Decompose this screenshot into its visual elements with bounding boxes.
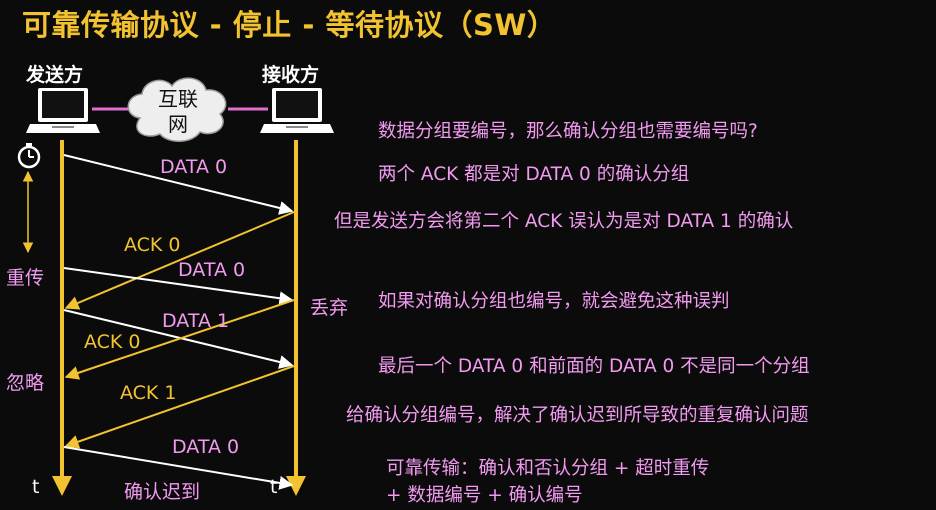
data0-resend-label: DATA 0 <box>178 259 246 281</box>
data1-label: DATA 1 <box>162 310 230 332</box>
note-line: 给确认分组编号，解决了确认迟到所导致的重复确认问题 <box>346 405 809 426</box>
data0-first-label: DATA 0 <box>160 156 228 178</box>
note-line: 数据分组要编号，那么确认分组也需要编号吗? <box>378 121 758 142</box>
retransmit-label: 重传 <box>6 267 45 289</box>
note-line: + 数据编号 + 确认编号 <box>386 485 583 506</box>
laptop-icon <box>260 88 334 133</box>
ack1-arrow <box>64 365 295 449</box>
note-line: 但是发送方会将第二个 ACK 误认为是对 DATA 1 的确认 <box>334 211 794 232</box>
note-line: 如果对确认分组也编号，就会避免这种误判 <box>378 291 730 312</box>
note-line: 可靠传输：确认和否认分组 + 超时重传 <box>386 458 710 479</box>
ack0-first-label: ACK 0 <box>124 234 181 256</box>
note-line: 最后一个 DATA 0 和前面的 DATA 0 不是同一个分组 <box>378 356 810 377</box>
ack1-label: ACK 1 <box>120 382 177 404</box>
data0-last-label: DATA 0 <box>172 436 240 458</box>
network-label-line2: 网 <box>168 112 188 136</box>
stopwatch-icon <box>17 143 41 169</box>
laptop-icon <box>26 88 100 133</box>
ignore-label: 忽略 <box>6 372 45 394</box>
ack0-second-label: ACK 0 <box>84 331 141 353</box>
network-label-line1: 互联 <box>158 87 198 111</box>
discard-label: 丢弃 <box>310 297 349 319</box>
receiver-time-axis-label: t <box>270 476 278 498</box>
sender-time-axis-label: t <box>32 476 40 498</box>
note-line: 两个 ACK 都是对 DATA 0 的确认分组 <box>378 164 690 185</box>
late-ack-label: 确认迟到 <box>124 481 201 503</box>
